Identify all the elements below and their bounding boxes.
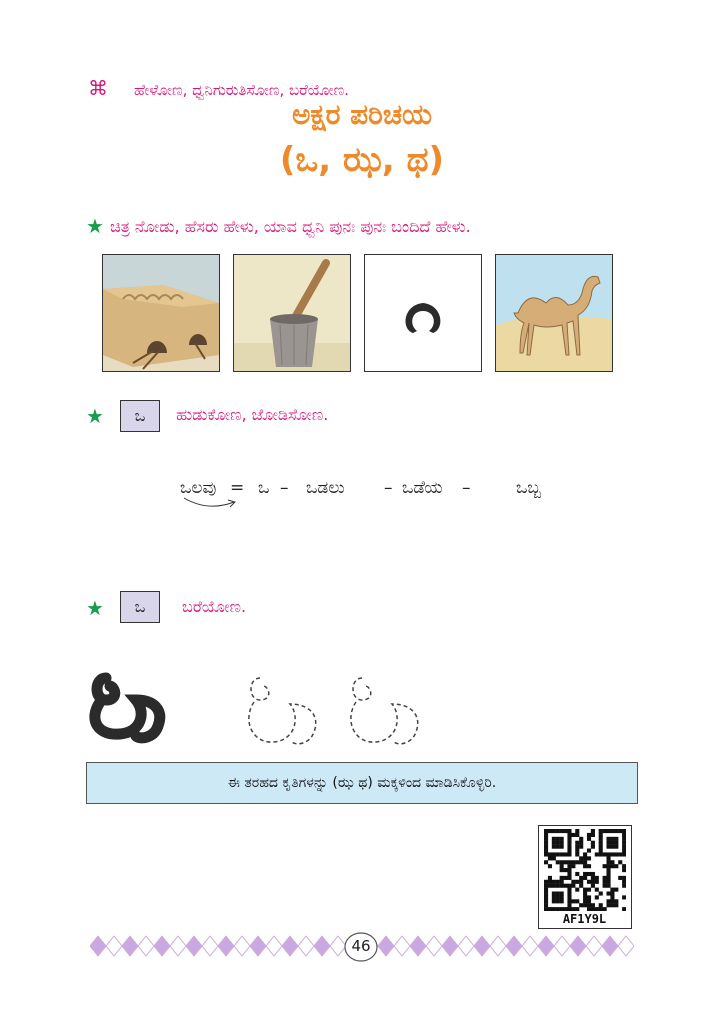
word-odeya: ಒಡೆಯ (402, 478, 443, 498)
picture-horseshoe (364, 254, 482, 372)
dotted-letter-o-icon (248, 677, 317, 745)
clay-oven-icon (103, 255, 219, 371)
border-diamond (569, 935, 587, 957)
dash: – (462, 478, 471, 498)
curved-arrow-icon (183, 497, 236, 508)
section1-instruction-text: ಚಿತ್ರ ನೋಡು, ಹೆಸರು ಹೇಳು, ಯಾವ ಧ್ವನಿ ಪುನಃ ಪ… (109, 217, 471, 236)
border-diamond (473, 935, 491, 957)
page-number: 46 (351, 937, 371, 955)
picture-clay-oven (102, 254, 220, 372)
section3-instruction: ಬರೆಯೋಣ. (182, 597, 247, 616)
section3-row: ★ (86, 596, 110, 620)
border-diamond (553, 935, 571, 957)
border-diamond (265, 935, 283, 957)
border-diamond (585, 935, 603, 957)
letter-box: ಒ (120, 591, 160, 623)
qr-code-icon (544, 829, 626, 911)
border-diamond (425, 935, 443, 957)
page-subtitle: (ಒ, ಝ, ಥ) (279, 140, 445, 180)
border-diamond (441, 935, 459, 957)
border-diamond (281, 935, 299, 957)
mortar-pestle-icon (234, 255, 350, 371)
star-icon: ★ (86, 596, 104, 620)
letter-tracing-area (89, 672, 419, 745)
border-diamond (233, 935, 251, 957)
picture-camel (495, 254, 613, 372)
border-diamond (521, 935, 539, 957)
border-diamond (393, 935, 411, 957)
command-symbol-icon: ⌘ (88, 76, 108, 100)
page-title: ಅಕ್ಷರ ಪರಿಚಯ (291, 98, 433, 131)
border-diamond (313, 935, 331, 957)
border-diamond (90, 935, 107, 957)
dash: – (280, 478, 289, 498)
horseshoe-icon (365, 255, 481, 371)
border-diamond (217, 935, 235, 957)
border-diamond (153, 935, 171, 957)
border-diamond (489, 935, 507, 957)
dash: – (384, 478, 393, 498)
section2-instruction: ಹುಡುಕೋಣ, ಜೋಡಿಸೋಣ. (176, 405, 329, 424)
star-icon: ★ (86, 404, 104, 428)
section1-instruction: ★ ಚಿತ್ರ ನೋಡು, ಹೆಸರು ಹೇಳು, ಯಾವ ಧ್ವನಿ ಪುನಃ … (86, 214, 471, 238)
section2-row: ★ (86, 404, 110, 428)
border-diamond (249, 935, 267, 957)
word-odalu: ಒಡಲು (306, 478, 345, 498)
border-diamond (185, 935, 203, 957)
qr-code-label: AF1Y9L (562, 912, 607, 926)
header-instruction-text: ಹೇಳೋಣ, ಧ್ವನಿಗುರುತಿಸೋಣ, ಬರೆಯೋಣ. (134, 81, 350, 99)
border-diamond (377, 935, 395, 957)
border-diamond (409, 935, 427, 957)
border-diamond (201, 935, 219, 957)
camel-icon (496, 255, 612, 371)
picture-mortar-pestle (233, 254, 351, 372)
border-diamond (297, 935, 315, 957)
letter-box: ಒ (120, 400, 160, 432)
border-diamond (169, 935, 187, 957)
border-diamond (505, 935, 523, 957)
dotted-letter-o-icon (350, 677, 419, 745)
qr-code-box[interactable]: AF1Y9L (538, 825, 632, 929)
border-diamond (617, 935, 634, 957)
border-diamond (137, 935, 155, 957)
border-diamond (457, 935, 475, 957)
teacher-note: ಈ ತರಹದ ಕೃತಿಗಳನ್ನು (ಝ ಥ) ಮಕ್ಕಳಿಂದ ಮಾಡಿಸಿಕ… (86, 762, 638, 804)
word-obba: ಒಬ್ಬ (516, 478, 541, 498)
star-icon: ★ (86, 214, 104, 238)
border-diamond (121, 935, 139, 957)
border-diamond (105, 935, 123, 957)
border-diamond (601, 935, 619, 957)
header-instruction: ⌘ ಹೇಳೋಣ, ಧ್ವನಿಗುರುತಿಸೋಣ, ಬರೆಯೋಣ. (88, 76, 349, 100)
border-diamond (537, 935, 555, 957)
big-letter-o-icon (89, 672, 166, 744)
word-letter: ಒ (258, 478, 270, 498)
